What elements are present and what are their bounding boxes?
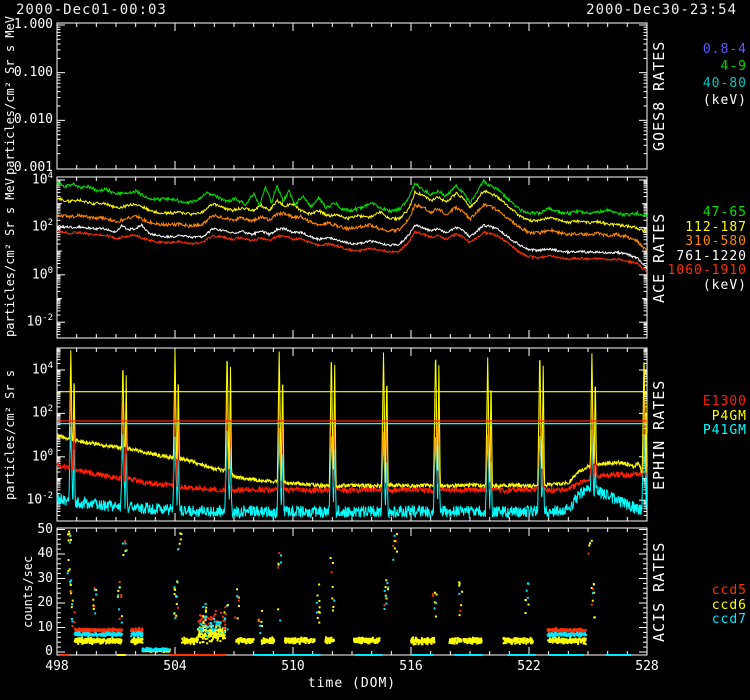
y-tick-label-ace: 104 (1, 171, 53, 187)
goes8-y-axis-label: particles/cm² Sr s MeV (2, 23, 18, 169)
legend-ephin-E1300: E1300 (703, 394, 747, 409)
y-tick-label-goes8: 1.000 (1, 17, 53, 32)
x-tick-label: 516 (381, 659, 441, 674)
y-tick-label-acis: 10 (1, 620, 53, 635)
legend-acis-ccd6: ccd6 (712, 598, 747, 613)
legend-ace-1060-1910: 1060-1910 (668, 263, 747, 278)
start-time-title: 2000-Dec01-00:03 (16, 2, 167, 18)
y-tick-label-goes8: 0.010 (1, 112, 53, 127)
legend-goes8-(keV): (keV) (703, 93, 747, 108)
legend-acis-ccd7: ccd7 (712, 612, 747, 627)
ephin-panel-label: EPHIN RATES (650, 348, 668, 521)
goes8-panel-label: GOES8 RATES (650, 23, 668, 169)
y-tick-label-ace: 102 (1, 218, 53, 234)
legend-acis-ccd5: ccd5 (712, 583, 747, 598)
x-tick-label: 528 (617, 659, 677, 674)
y-tick-label-acis: 0 (1, 644, 53, 659)
y-tick-label-acis: 50 (1, 522, 53, 537)
y-tick-label-acis: 30 (1, 571, 53, 586)
end-time-title: 2000-Dec30-23:54 (586, 2, 737, 18)
y-tick-label-ephin: 100 (1, 448, 53, 464)
y-tick-label-ephin: 104 (1, 361, 53, 377)
y-tick-label-acis: 40 (1, 546, 53, 561)
radiation-rates-screen: 2000-Dec01-00:03 2000-Dec30-23:54 partic… (0, 0, 750, 700)
ace-panel-label: ACE RATES (650, 177, 668, 338)
y-tick-label-goes8: 0.100 (1, 65, 53, 80)
x-tick-label: 504 (145, 659, 205, 674)
legend-ace-112-187: 112-187 (685, 220, 747, 235)
legend-ace-310-580: 310-580 (685, 234, 747, 249)
legend-goes8-4-9: 4-9 (721, 59, 747, 74)
y-tick-label-ace: 10-2 (1, 313, 53, 329)
x-tick-label: 522 (499, 659, 559, 674)
x-axis-label: time (DOM) (252, 676, 452, 691)
y-tick-label-ephin: 102 (1, 404, 53, 420)
legend-ephin-P41GM: P41GM (703, 423, 747, 438)
legend-ace-47-65: 47-65 (703, 205, 747, 220)
legend-ace-761-1220: 761-1220 (676, 249, 747, 264)
legend-ace-(keV): (keV) (703, 278, 747, 293)
legend-goes8-40-80: 40-80 (703, 76, 747, 91)
legend-goes8-0.8-4: 0.8-4 (703, 42, 747, 57)
y-tick-label-ace: 100 (1, 266, 53, 282)
x-tick-label: 498 (27, 659, 87, 674)
y-tick-label-ephin: 10-2 (1, 491, 53, 507)
x-tick-label: 510 (263, 659, 323, 674)
chart-canvas (0, 0, 750, 700)
legend-ephin-P4GM: P4GM (712, 409, 747, 424)
acis-panel-label: ACIS RATES (650, 528, 668, 655)
y-tick-label-acis: 20 (1, 595, 53, 610)
